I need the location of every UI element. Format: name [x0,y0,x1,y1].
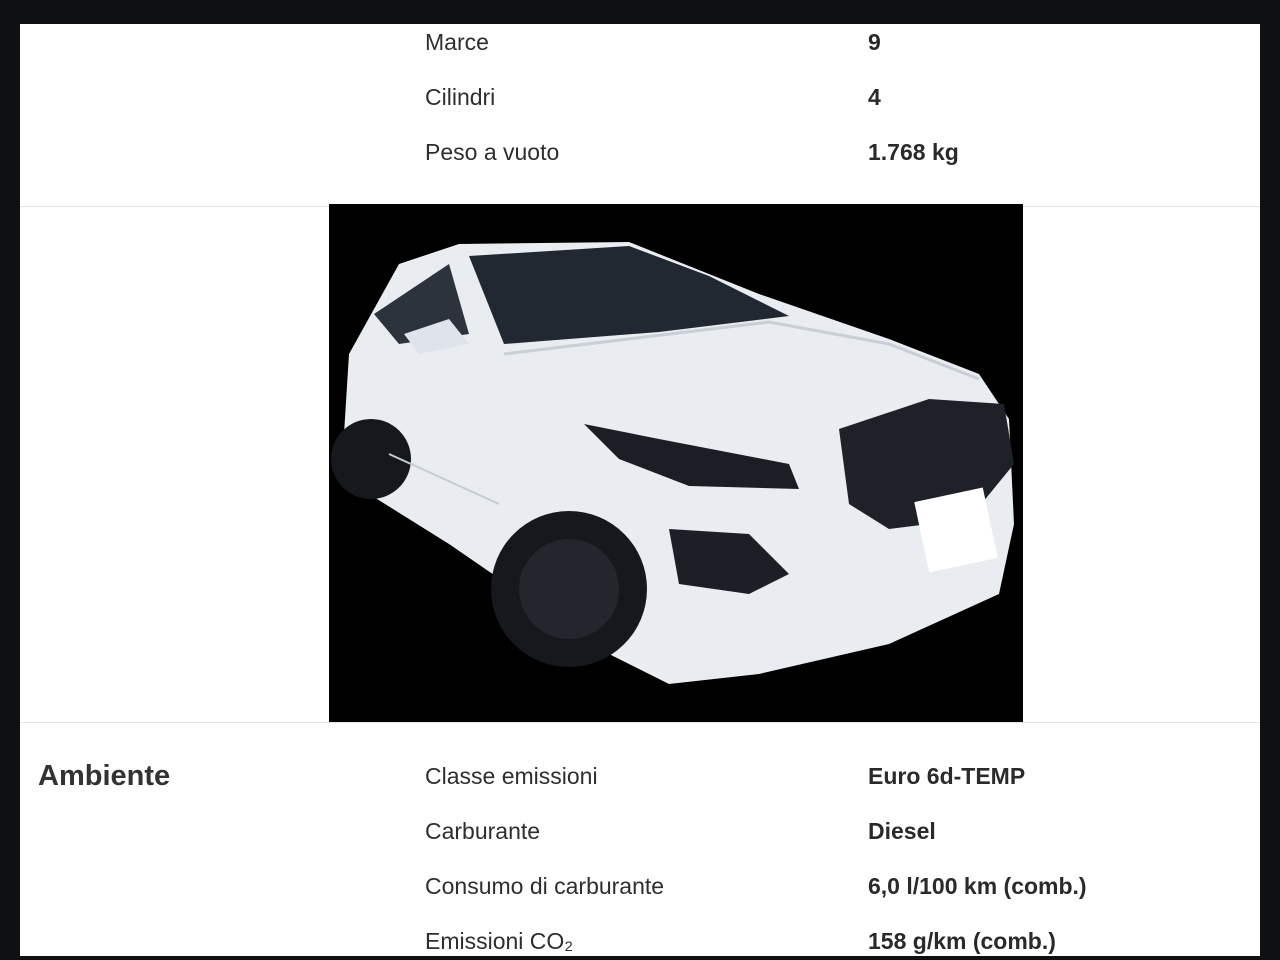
section-title-ambiente: Ambiente [38,760,171,792]
car-illustration [331,242,1014,684]
spec-label: Cilindri [425,84,496,110]
car-photo[interactable] [329,204,1023,723]
spec-value: 6,0 l/100 km (comb.) [868,873,1087,899]
spec-value: 4 [868,84,881,110]
spec-label: Emissioni CO₂ [425,928,574,954]
spec-value: 1.768 kg [868,139,959,165]
spec-label: Marce [425,29,489,55]
spec-value: 9 [868,29,881,55]
spec-label: Carburante [425,818,541,844]
spec-label: Peso a vuoto [425,139,560,165]
spec-sheet: Marce 9 Cilindri 4 Peso a vuoto 1.768 kg [20,24,1260,956]
spec-value: Diesel [868,818,936,844]
spec-label: Classe emissioni [425,763,598,789]
spec-value: 158 g/km (comb.) [868,928,1056,954]
spec-value: Euro 6d-TEMP [868,763,1026,789]
spec-label: Consumo di carburante [425,873,665,899]
section-divider [20,722,1260,723]
